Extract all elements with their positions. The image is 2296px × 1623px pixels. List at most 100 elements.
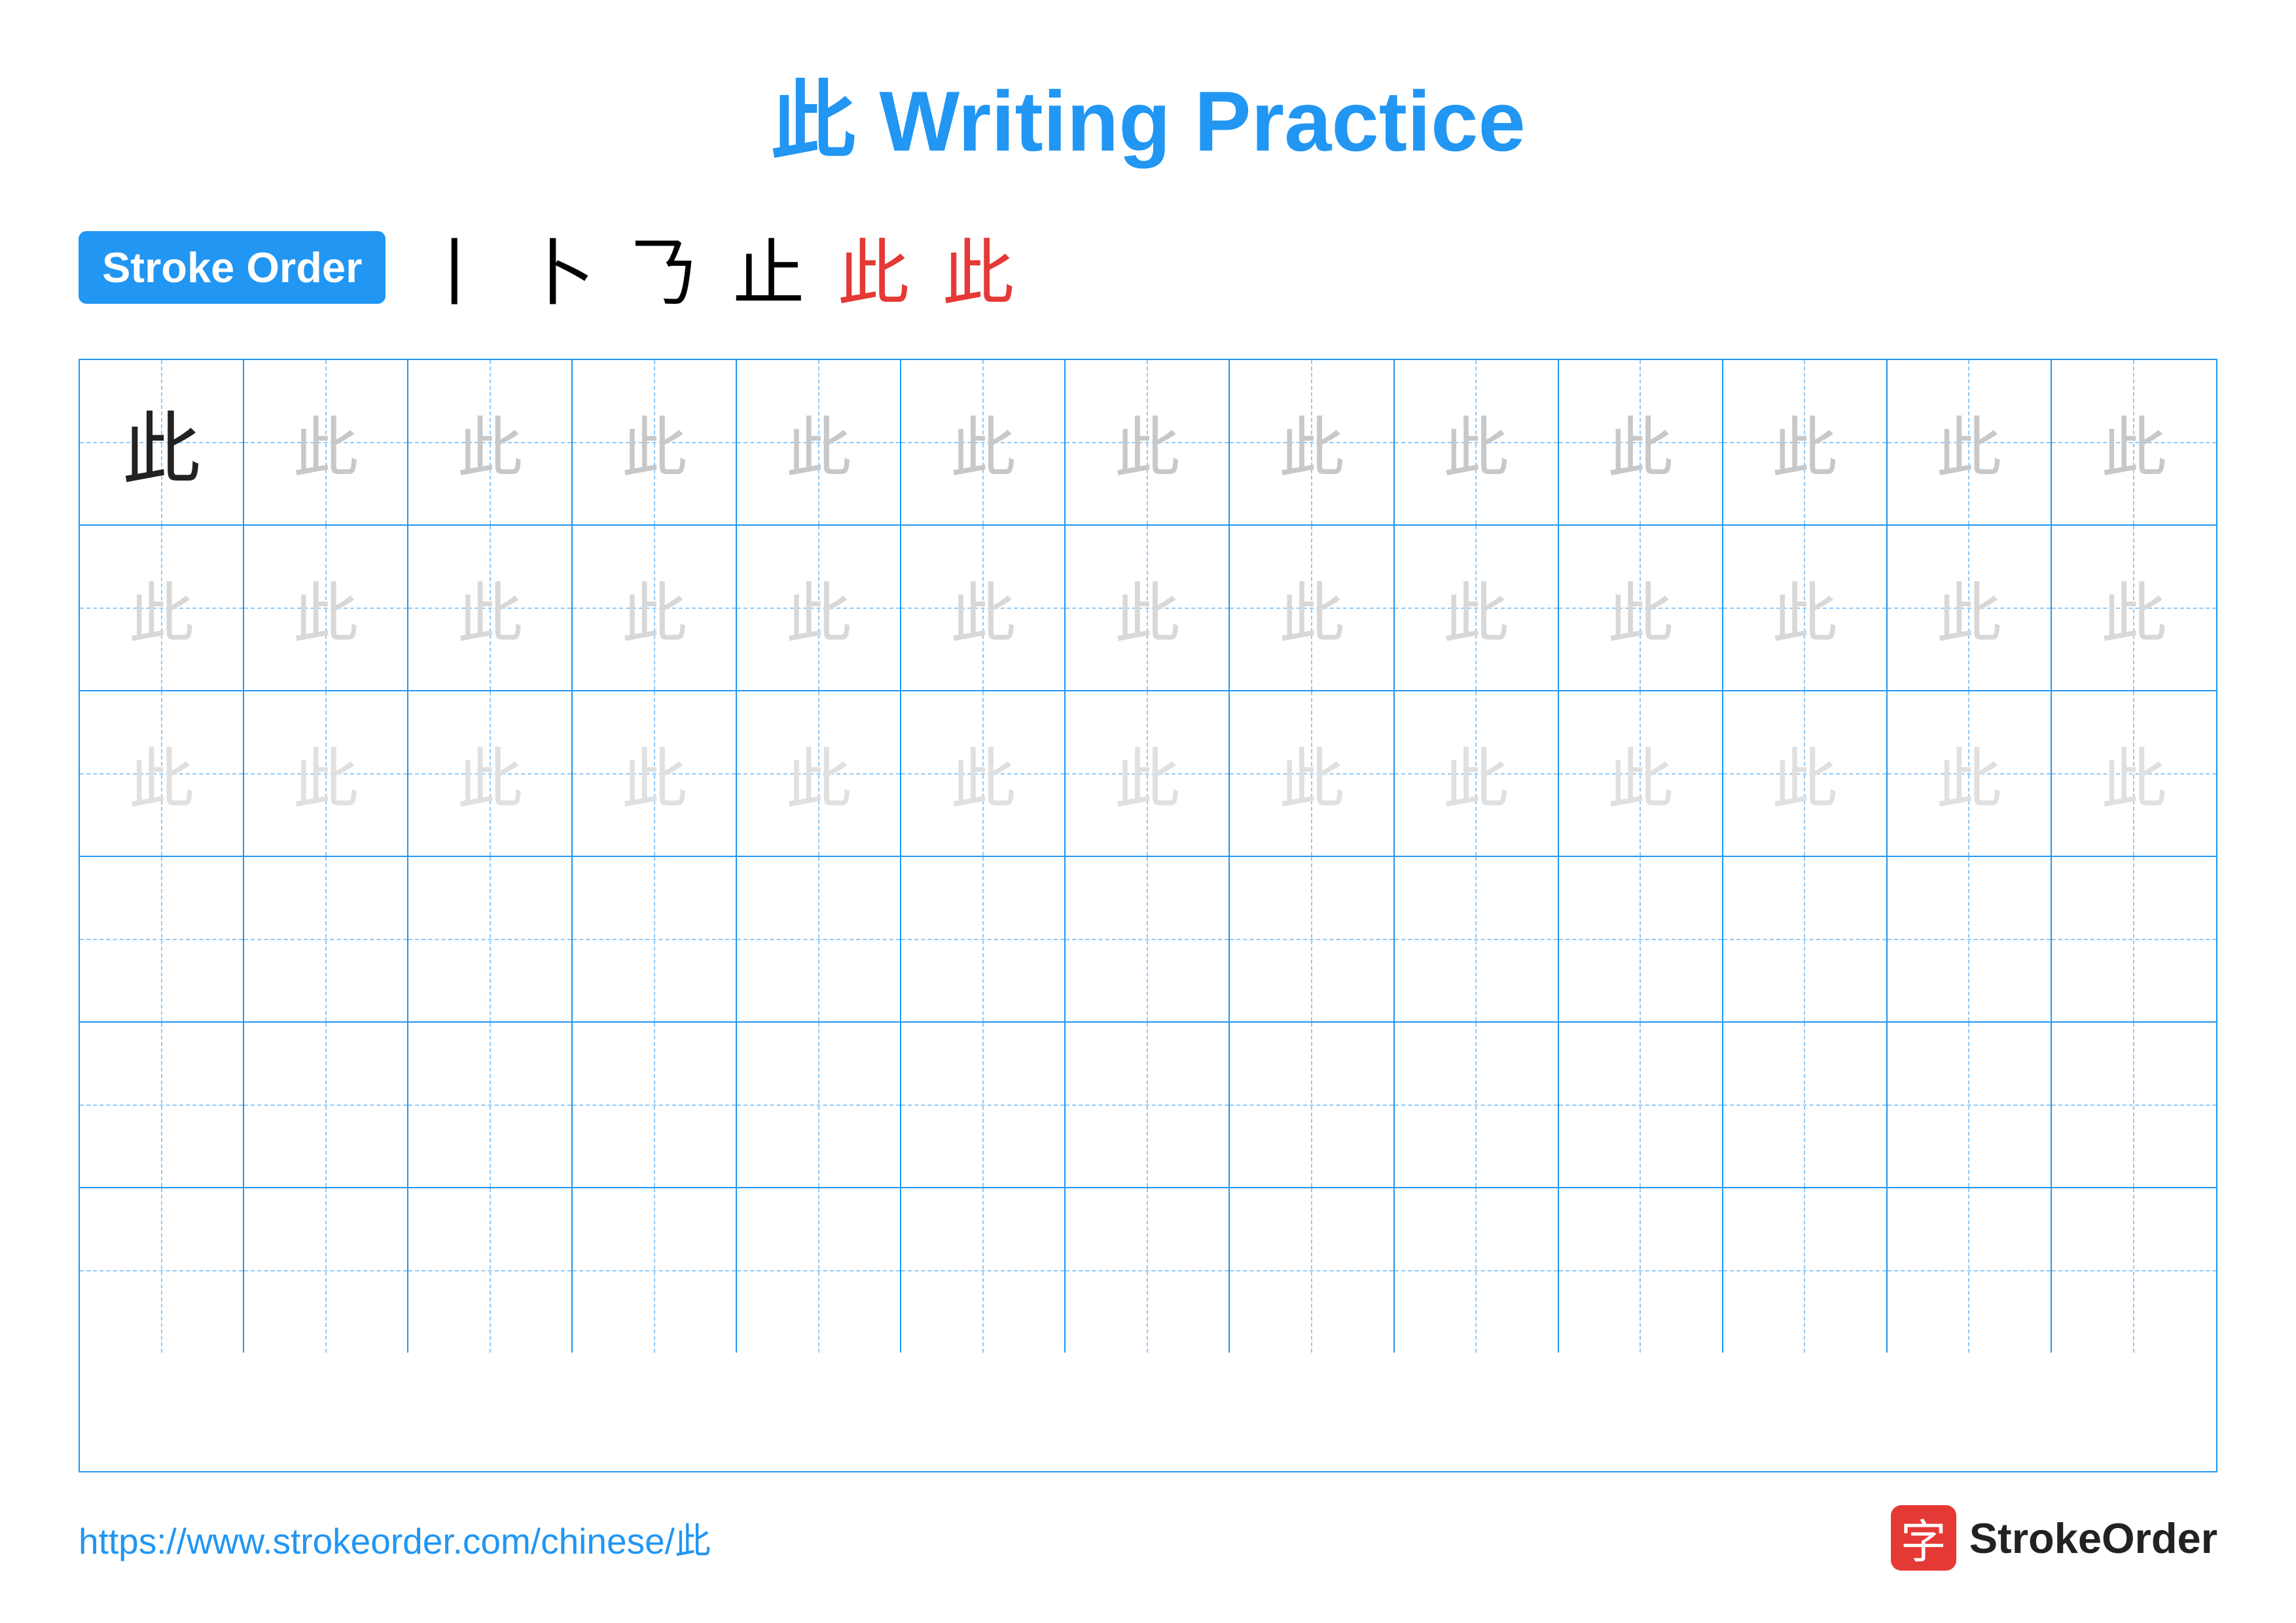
grid-cell: 此 xyxy=(1888,526,2052,690)
grid-cell: 此 xyxy=(244,526,408,690)
grid-cell: 此 xyxy=(1559,526,1723,690)
grid-cell[interactable] xyxy=(1066,1188,1230,1353)
grid-cell[interactable] xyxy=(244,1023,408,1187)
grid-cell: 此 xyxy=(1066,360,1230,524)
grid-cell[interactable] xyxy=(1888,1188,2052,1353)
logo-icon: 字 xyxy=(1891,1505,1956,1571)
grid-cell[interactable] xyxy=(1230,1023,1394,1187)
grid-cell[interactable] xyxy=(80,1188,244,1353)
grid-cell: 此 xyxy=(1888,691,2052,856)
grid-cell: 此 xyxy=(901,526,1066,690)
grid-cell: 此 xyxy=(901,691,1066,856)
grid-cell[interactable] xyxy=(2052,857,2216,1021)
grid-cell: 此 xyxy=(2052,526,2216,690)
grid-cell[interactable] xyxy=(1395,857,1559,1021)
grid-cell[interactable] xyxy=(244,857,408,1021)
grid-cell[interactable] xyxy=(1888,1023,2052,1187)
grid-cell: 此 xyxy=(244,360,408,524)
grid-cell: 此 xyxy=(80,526,244,690)
footer: https://www.strokeorder.com/chinese/此 字 … xyxy=(79,1505,2217,1571)
grid-cell: 此 xyxy=(1888,360,2052,524)
grid-cell: 此 xyxy=(1395,691,1559,856)
grid-cell[interactable] xyxy=(901,1023,1066,1187)
stroke-step-2: 卜 xyxy=(523,215,595,319)
grid-cell: 此 xyxy=(737,360,901,524)
grid-cell[interactable] xyxy=(408,1023,573,1187)
grid-cell[interactable] xyxy=(1723,1023,1888,1187)
grid-cell[interactable] xyxy=(2052,1023,2216,1187)
grid-cell: 此 xyxy=(1723,526,1888,690)
grid-cell[interactable] xyxy=(573,857,737,1021)
stroke-order-badge: Stroke Order xyxy=(79,231,386,304)
grid-cell[interactable] xyxy=(737,1023,901,1187)
grid-cell: 此 xyxy=(573,360,737,524)
grid-cell: 此 xyxy=(573,526,737,690)
grid-cell[interactable] xyxy=(1066,1023,1230,1187)
stroke-step-4: 止 xyxy=(732,215,804,319)
grid-cell: 此 xyxy=(244,691,408,856)
practice-grid: 此 此 此 此 此 此 此 此 此 此 此 此 此 此 此 此 此 此 此 此 … xyxy=(79,359,2217,1472)
grid-cell[interactable] xyxy=(573,1023,737,1187)
grid-cell[interactable] xyxy=(737,857,901,1021)
grid-cell: 此 xyxy=(901,360,1066,524)
grid-cell: 此 xyxy=(1559,691,1723,856)
grid-cell[interactable] xyxy=(573,1188,737,1353)
grid-cell: 此 xyxy=(408,526,573,690)
grid-cell: 此 xyxy=(1723,691,1888,856)
grid-cell: 此 xyxy=(573,691,737,856)
footer-url[interactable]: https://www.strokeorder.com/chinese/此 xyxy=(79,1512,711,1564)
grid-cell[interactable] xyxy=(1395,1023,1559,1187)
grid-cell: 此 xyxy=(80,360,244,524)
grid-row-4 xyxy=(80,857,2216,1023)
grid-cell[interactable] xyxy=(80,1023,244,1187)
stroke-step-5: 此 xyxy=(837,215,909,319)
stroke-steps: 丨 卜 𠄎 止 此 此 xyxy=(418,215,1014,319)
stroke-order-row: Stroke Order 丨 卜 𠄎 止 此 此 xyxy=(79,215,2217,319)
grid-cell: 此 xyxy=(1395,360,1559,524)
grid-cell: 此 xyxy=(80,691,244,856)
grid-cell: 此 xyxy=(737,526,901,690)
grid-cell[interactable] xyxy=(1395,1188,1559,1353)
grid-cell[interactable] xyxy=(901,1188,1066,1353)
grid-row-6 xyxy=(80,1188,2216,1353)
grid-cell: 此 xyxy=(2052,360,2216,524)
grid-cell: 此 xyxy=(1230,691,1394,856)
grid-cell: 此 xyxy=(1559,360,1723,524)
grid-cell: 此 xyxy=(1066,691,1230,856)
grid-cell[interactable] xyxy=(244,1188,408,1353)
grid-cell: 此 xyxy=(1066,526,1230,690)
grid-row-3: 此 此 此 此 此 此 此 此 此 此 此 此 此 xyxy=(80,691,2216,857)
grid-cell: 此 xyxy=(408,360,573,524)
grid-cell: 此 xyxy=(1395,526,1559,690)
grid-cell[interactable] xyxy=(1559,1188,1723,1353)
grid-row-2: 此 此 此 此 此 此 此 此 此 此 此 此 此 xyxy=(80,526,2216,691)
grid-cell[interactable] xyxy=(2052,1188,2216,1353)
grid-cell: 此 xyxy=(1230,526,1394,690)
page-title: 此 Writing Practice xyxy=(770,52,1525,175)
grid-cell[interactable] xyxy=(1723,857,1888,1021)
grid-cell[interactable] xyxy=(1066,857,1230,1021)
stroke-step-1: 丨 xyxy=(418,215,490,319)
grid-cell[interactable] xyxy=(80,857,244,1021)
stroke-step-6: 此 xyxy=(942,215,1014,319)
logo-name: StrokeOrder xyxy=(1969,1514,2217,1563)
grid-cell[interactable] xyxy=(1888,857,2052,1021)
grid-cell[interactable] xyxy=(737,1188,901,1353)
stroke-step-3: 𠄎 xyxy=(628,215,700,319)
grid-cell[interactable] xyxy=(408,1188,573,1353)
footer-logo: 字 StrokeOrder xyxy=(1891,1505,2217,1571)
grid-cell[interactable] xyxy=(1559,857,1723,1021)
grid-cell[interactable] xyxy=(1723,1188,1888,1353)
grid-cell[interactable] xyxy=(408,857,573,1021)
grid-cell: 此 xyxy=(737,691,901,856)
grid-cell: 此 xyxy=(1230,360,1394,524)
grid-row-1: 此 此 此 此 此 此 此 此 此 此 此 此 此 xyxy=(80,360,2216,526)
grid-row-5 xyxy=(80,1023,2216,1188)
grid-cell[interactable] xyxy=(1559,1023,1723,1187)
grid-cell[interactable] xyxy=(1230,1188,1394,1353)
grid-cell: 此 xyxy=(1723,360,1888,524)
grid-cell: 此 xyxy=(2052,691,2216,856)
grid-cell: 此 xyxy=(408,691,573,856)
grid-cell[interactable] xyxy=(1230,857,1394,1021)
grid-cell[interactable] xyxy=(901,857,1066,1021)
